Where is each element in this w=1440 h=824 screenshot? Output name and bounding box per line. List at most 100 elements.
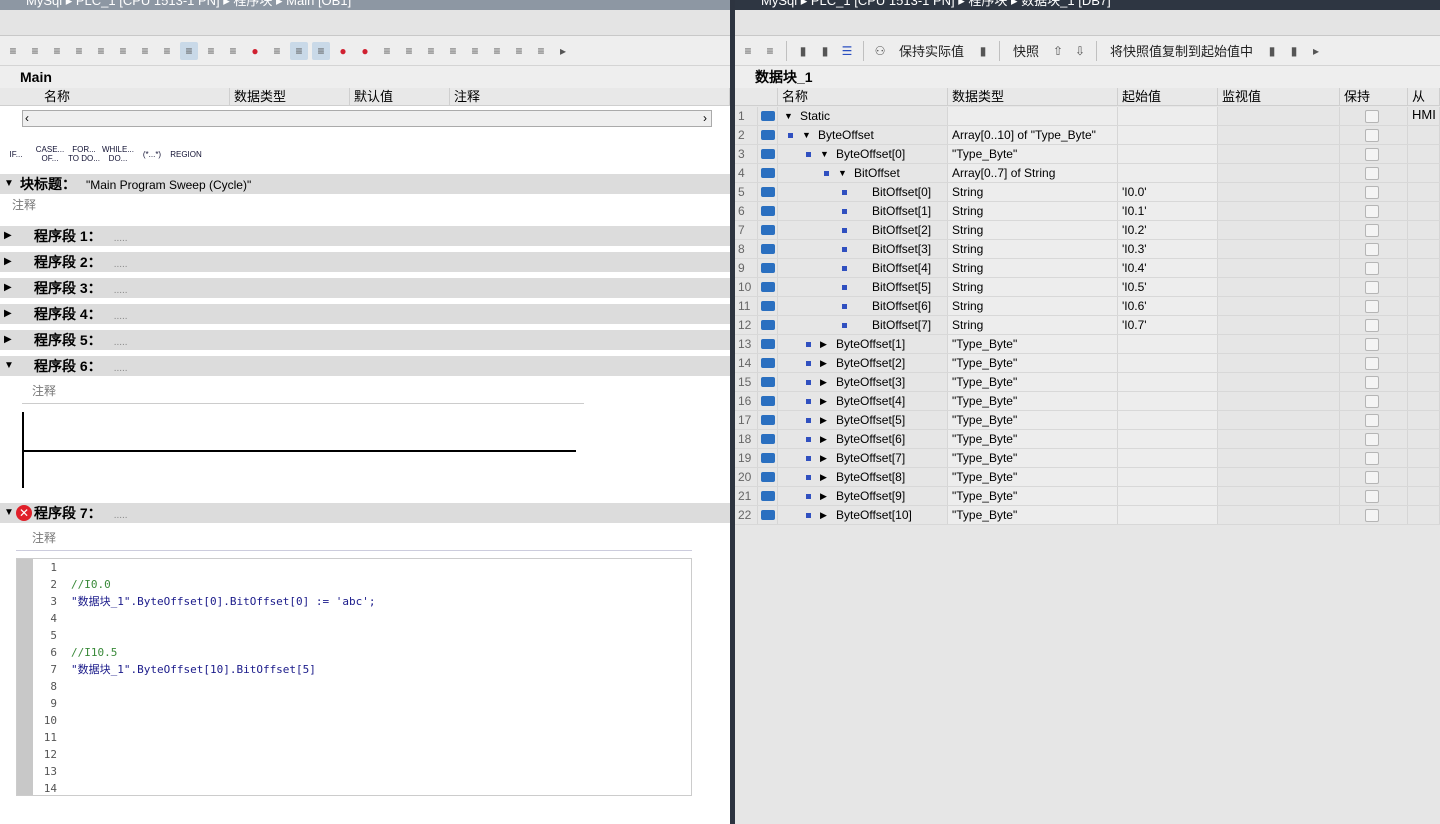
code-line[interactable]: 10 [41,712,71,729]
retain-checkbox[interactable] [1365,319,1379,332]
snippet-button[interactable]: WHILE... DO... [102,138,134,170]
var-name[interactable]: ByteOffset[8] [836,468,905,486]
monitor-icon[interactable]: ⚇ [871,42,889,60]
next-bookmark-icon[interactable]: ≡ [268,42,286,60]
expand-icon[interactable]: ▶ [820,373,827,391]
var-start-value[interactable] [1118,373,1218,391]
var-start-value[interactable] [1118,164,1218,182]
col-monitor[interactable]: 监视值 [1218,88,1340,105]
var-datatype[interactable] [948,107,1118,125]
var-start-value[interactable]: 'I0.5' [1118,278,1218,296]
retain-checkbox[interactable] [1365,414,1379,427]
expand-icon[interactable]: ▶ [820,335,827,353]
var-name[interactable]: Static [800,107,830,125]
expand-icon[interactable]: ▶ [820,468,827,486]
var-datatype[interactable]: "Type_Byte" [948,392,1118,410]
db-table-row[interactable]: 12 BitOffset[7] String 'I0.7' [735,316,1440,335]
breakpoint-clear-icon[interactable]: ● [356,42,374,60]
collapse-icon[interactable]: ▼ [4,174,14,194]
db-table-row[interactable]: 1 ▼ Static [735,107,1440,126]
list-icon[interactable]: ≡ [422,42,440,60]
indent-icon[interactable]: ≡ [136,42,154,60]
db-table-row[interactable]: 3 ▼ ByteOffset[0] "Type_Byte" [735,145,1440,164]
favorites-icon[interactable]: ≡ [312,41,330,60]
var-datatype[interactable]: String [948,259,1118,277]
expand-icon[interactable]: ▶ [820,430,827,448]
copy-actual-icon[interactable]: ▮ [1285,42,1303,60]
check-icon[interactable]: ≡ [444,42,462,60]
var-datatype[interactable]: String [948,183,1118,201]
expand-icon[interactable]: ▶ [820,411,827,429]
network-title[interactable]: ..... [114,259,128,270]
snippet-button[interactable]: IF... [0,138,32,170]
snippet-button[interactable]: REGION [170,138,202,170]
db-table-row[interactable]: 5 BitOffset[0] String 'I0.0' [735,183,1440,202]
var-start-value[interactable] [1118,126,1218,144]
collapse-icon[interactable]: ▼ [4,356,14,376]
code-line[interactable]: 13 [41,763,71,780]
var-name[interactable]: BitOffset[5] [872,278,931,296]
snippet-button[interactable]: CASE... OF... [34,138,66,170]
db-table-row[interactable]: 14 ▶ ByteOffset[2] "Type_Byte" [735,354,1440,373]
code-line[interactable]: 4 [41,610,71,627]
db-table-row[interactable]: 18 ▶ ByteOffset[6] "Type_Byte" [735,430,1440,449]
code-line[interactable]: 14 [41,780,71,797]
retain-checkbox[interactable] [1365,205,1379,218]
var-start-value[interactable]: 'I0.2' [1118,221,1218,239]
col-retain[interactable]: 保持 [1340,88,1408,105]
code-line[interactable]: 12 [41,746,71,763]
var-name[interactable]: BitOffset[0] [872,183,931,201]
network-title[interactable]: ..... [114,337,128,348]
collapse-icon[interactable]: ▼ [802,126,811,144]
step-over-icon[interactable]: ≡ [400,42,418,60]
db-table-row[interactable]: 20 ▶ ByteOffset[8] "Type_Byte" [735,468,1440,487]
var-start-value[interactable] [1118,487,1218,505]
var-start-value[interactable] [1118,107,1218,125]
var-start-value[interactable]: 'I0.0' [1118,183,1218,201]
delete-row-icon[interactable]: ≡ [26,42,44,60]
db-table-row[interactable]: 21 ▶ ByteOffset[9] "Type_Byte" [735,487,1440,506]
var-name[interactable]: ByteOffset[2] [836,354,905,372]
add-network-icon[interactable]: ≡ [70,42,88,60]
var-name[interactable]: BitOffset[1] [872,202,931,220]
col-hmi[interactable]: 从 HMI [1408,88,1440,122]
snapshot-up-icon[interactable]: ⇧ [1049,42,1067,60]
collapse-icon[interactable]: ▼ [4,503,14,523]
network-4[interactable]: ▶ 程序段 4：..... [0,304,730,324]
var-name[interactable]: ByteOffset[1] [836,335,905,353]
scroll-left-icon[interactable]: ‹ [25,111,29,125]
indent-left-icon[interactable]: ≡ [510,42,528,60]
network-7-comment[interactable]: 注释 [32,529,56,546]
expand-icon[interactable]: ▶ [4,330,12,350]
network-title[interactable]: ..... [114,311,128,322]
code-line[interactable]: 3 "数据块_1".ByteOffset[0].BitOffset[0] := '… [41,593,375,610]
network-2[interactable]: ▶ 程序段 2：..... [0,252,730,272]
var-name[interactable]: BitOffset[7] [872,316,931,334]
var-start-value[interactable] [1118,449,1218,467]
var-datatype[interactable]: String [948,221,1118,239]
network-6[interactable]: ▼ 程序段 6：..... [0,356,730,376]
col-name[interactable]: 名称 [778,88,948,105]
step-icon[interactable]: ≡ [378,42,396,60]
expand-icon[interactable]: ▶ [820,506,827,524]
db-table-row[interactable]: 4 ▼ BitOffset Array[0..7] of String [735,164,1440,183]
retain-checkbox[interactable] [1365,129,1379,142]
expand-icon[interactable]: ▶ [820,392,827,410]
var-name[interactable]: ByteOffset[9] [836,487,905,505]
retain-checkbox[interactable] [1365,300,1379,313]
block-title-value[interactable]: "Main Program Sweep (Cycle)" [86,178,251,192]
var-name[interactable]: ByteOffset[5] [836,411,905,429]
var-datatype[interactable]: "Type_Byte" [948,145,1118,163]
add-row-icon[interactable]: ≡ [761,42,779,60]
load-icon[interactable]: ≡ [114,42,132,60]
retain-checkbox[interactable] [1365,281,1379,294]
var-datatype[interactable]: String [948,240,1118,258]
db-table-row[interactable]: 10 BitOffset[5] String 'I0.5' [735,278,1440,297]
var-datatype[interactable]: String [948,278,1118,296]
insert-network-icon[interactable]: ≡ [48,42,66,60]
insert-row-icon[interactable]: ≡ [4,42,22,60]
expand-icon[interactable]: ▶ [820,354,827,372]
retain-checkbox[interactable] [1365,224,1379,237]
db-table-row[interactable]: 9 BitOffset[4] String 'I0.4' [735,259,1440,278]
var-datatype[interactable]: "Type_Byte" [948,487,1118,505]
